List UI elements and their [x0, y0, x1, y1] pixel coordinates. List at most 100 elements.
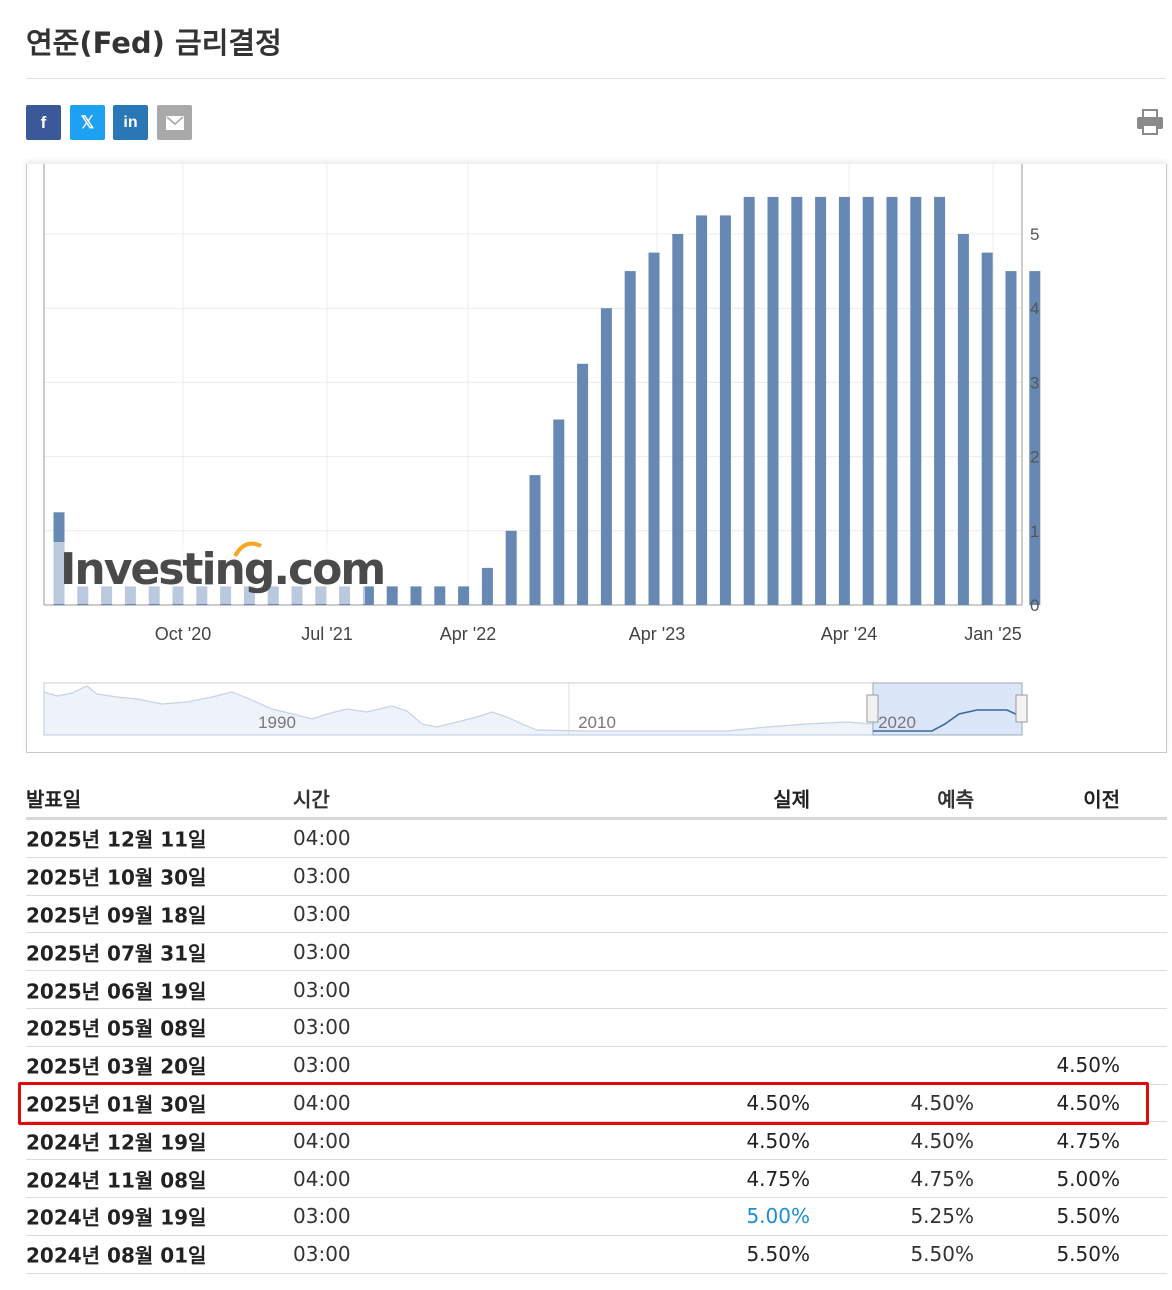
- header-time: 시간: [293, 787, 330, 811]
- linkedin-share-button[interactable]: in: [113, 105, 148, 140]
- rate-decision-table: 발표일 시간 실제 예측 이전 2025년 12월 11일 04:00 2025년 …: [26, 778, 1167, 1274]
- chart-bar: [696, 215, 708, 605]
- row-time: 03:00: [293, 1204, 351, 1229]
- row-actual: 5.50%: [746, 1242, 810, 1267]
- x-tick-label: Jul '21: [301, 624, 352, 644]
- chart-bar: [481, 567, 493, 605]
- table-row: 2025년 09월 18일 03:00: [26, 896, 1167, 934]
- row-time: 03:00: [293, 1015, 351, 1040]
- chart-bar: [719, 215, 731, 605]
- table-row: 2024년 11월 08일 04:00 4.75% 4.75% 5.00%: [26, 1160, 1167, 1198]
- row-time: 03:00: [293, 901, 351, 926]
- chart-bar: [815, 196, 827, 605]
- linkedin-icon: in: [123, 113, 138, 131]
- chart-bar: [934, 196, 946, 605]
- row-time: 03:00: [293, 1242, 351, 1267]
- chart-bar: [1029, 271, 1041, 605]
- email-share-button[interactable]: [157, 105, 192, 140]
- print-button[interactable]: [1136, 108, 1164, 136]
- row-time: 04:00: [293, 826, 351, 851]
- row-date: 2024년 09월 19일: [26, 1205, 207, 1230]
- chart-bar: [458, 586, 470, 605]
- row-previous: 5.00%: [1056, 1166, 1120, 1191]
- row-date: 2025년 12월 11일: [26, 827, 207, 852]
- row-previous: 4.75%: [1056, 1128, 1120, 1153]
- navigator-label: 2020: [878, 713, 916, 732]
- row-date: 2024년 11월 08일: [26, 1168, 207, 1193]
- x-tick-label: Apr '23: [629, 624, 685, 644]
- email-icon: [165, 115, 184, 130]
- x-tick-label: Apr '22: [440, 624, 496, 644]
- row-time: 03:00: [293, 864, 351, 889]
- chart-bar: [672, 234, 684, 605]
- y-tick-label: 1: [1030, 522, 1039, 541]
- page-title: 연준(Fed) 금리결정: [26, 26, 282, 60]
- y-tick-label: 2: [1030, 448, 1039, 467]
- chart-bar: [981, 252, 993, 605]
- chart-bar: [648, 252, 660, 605]
- chart-bar: [838, 196, 850, 605]
- row-date: 2024년 08월 01일: [26, 1243, 207, 1268]
- y-tick-label: 5: [1030, 225, 1039, 244]
- header-date: 발표일: [26, 787, 82, 811]
- title-divider: [26, 78, 1166, 79]
- row-time: 04:00: [293, 1128, 351, 1153]
- table-row: 2025년 10월 30일 03:00: [26, 858, 1167, 896]
- row-previous: 5.50%: [1056, 1242, 1120, 1267]
- investing-logo: Investing.com: [60, 544, 384, 595]
- navigator-label: 1990: [258, 713, 296, 732]
- chart-bar: [529, 475, 541, 605]
- table-row: 2024년 12월 19일 04:00 4.50% 4.50% 4.75%: [26, 1122, 1167, 1161]
- row-date: 2025년 05월 08일: [26, 1016, 207, 1041]
- chart-bar: [577, 363, 589, 605]
- row-date: 2025년 09월 18일: [26, 903, 207, 928]
- row-actual: 4.75%: [746, 1166, 810, 1191]
- chart-bar: [862, 196, 874, 605]
- row-date: 2025년 10월 30일: [26, 865, 207, 890]
- table-header: 발표일 시간 실제 예측 이전: [26, 778, 1167, 820]
- row-date: 2025년 06월 19일: [26, 979, 207, 1004]
- table-row: 2025년 07월 31일 03:00: [26, 933, 1167, 972]
- y-tick-label: 0: [1030, 596, 1039, 615]
- twitter-icon: 𝕏: [80, 112, 95, 132]
- chart-bar: [553, 419, 565, 605]
- table-row: 2025년 05월 08일 03:00: [26, 1009, 1167, 1047]
- chart-bar: [600, 308, 612, 605]
- row-date: 2024년 12월 19일: [26, 1130, 207, 1155]
- row-forecast: 5.25%: [910, 1204, 974, 1229]
- row-date: 2025년 03월 20일: [26, 1054, 207, 1079]
- chart-bar: [1005, 271, 1017, 605]
- chart-bar: [767, 196, 779, 605]
- row-previous: 5.50%: [1056, 1204, 1120, 1229]
- facebook-share-button[interactable]: f: [26, 105, 61, 140]
- navigator-handle-left: [866, 694, 879, 723]
- navigator-handle-right: [1015, 694, 1028, 723]
- y-tick-label: 3: [1030, 373, 1039, 392]
- row-forecast: 4.50%: [910, 1128, 974, 1153]
- row-time: 04:00: [293, 1166, 351, 1191]
- chart-bar: [743, 196, 755, 605]
- header-previous: 이전: [1083, 787, 1120, 811]
- row-date: 2025년 07월 31일: [26, 941, 207, 966]
- table-row: 2025년 12월 11일 04:00: [26, 820, 1167, 858]
- row-time: 03:00: [293, 977, 351, 1002]
- header-actual: 실제: [773, 787, 810, 811]
- table-row: 2025년 06월 19일 03:00: [26, 971, 1167, 1009]
- rate-bar-chart: Investing.com 0 1 2 3 4 5 Oct '20 Jul '21 Apr '22…: [43, 164, 1041, 736]
- table-row: 2024년 08월 01일 03:00 5.50% 5.50% 5.50%: [26, 1236, 1167, 1274]
- row-time: 03:00: [293, 939, 351, 964]
- table-row: 2024년 09월 19일 03:00 5.00% 5.25% 5.50%: [26, 1198, 1167, 1236]
- navigator-label: 2010: [578, 713, 616, 732]
- x-tick-label: Apr '24: [821, 624, 877, 644]
- chart-bar: [791, 196, 803, 605]
- chart-bar: [505, 530, 517, 605]
- row-actual: 4.50%: [746, 1128, 810, 1153]
- chart-bar: [624, 271, 636, 605]
- print-icon: [1137, 109, 1163, 135]
- twitter-share-button[interactable]: 𝕏: [70, 105, 105, 140]
- chart-container: Investing.com 0 1 2 3 4 5 Oct '20 Jul '21 Apr '22…: [26, 164, 1167, 753]
- y-tick-label: 4: [1030, 299, 1039, 318]
- x-tick-label: Jan '25: [964, 624, 1021, 644]
- chart-bar: [386, 586, 398, 605]
- row-previous: 4.50%: [1056, 1053, 1120, 1078]
